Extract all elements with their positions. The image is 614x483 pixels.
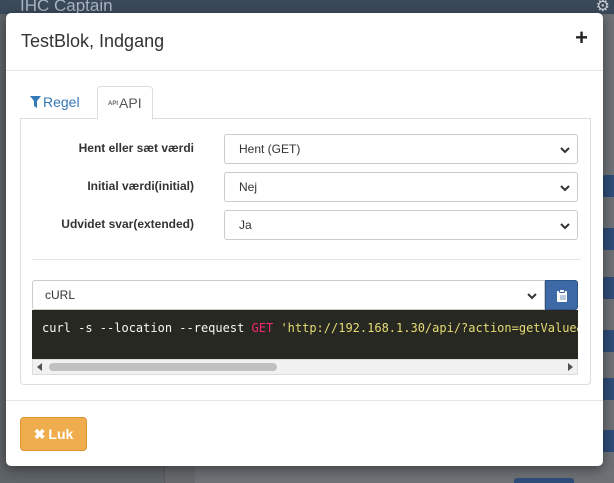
scroll-right-icon[interactable] [568,363,573,371]
clipboard-icon [556,288,567,302]
method-label: Hent eller sæt værdi [78,141,194,155]
tab-regel-label: Regel [43,94,80,110]
close-icon: ✖ [33,425,46,442]
plus-icon[interactable]: + [575,25,588,51]
code-method: GET [251,321,274,335]
initial-select[interactable]: Nej [224,172,578,202]
background-button [602,228,614,250]
form-row-method: Hent eller sæt værdi Hent (GET) [21,134,592,164]
code-command: curl -s --location --request [42,321,252,335]
modal-dialog: TestBlok, Indgang + Regel APIAPI Hent el… [6,13,603,466]
background-button [602,277,614,299]
close-button[interactable]: ✖ Luk [20,417,87,451]
code-url: 'http://192.168.1.30/api/?action=getValu… [280,321,578,335]
chevron-down-icon [560,147,570,154]
background-button [602,330,614,352]
language-select[interactable]: cURL [32,280,545,310]
code-line: curl -s --location --request GET 'http:/… [42,321,578,335]
footer-divider [6,400,603,401]
extended-select-value: Ja [239,218,252,232]
initial-select-value: Nej [239,180,258,194]
form-row-extended: Udvidet svar(extended) Ja [21,210,592,240]
horizontal-scrollbar[interactable] [32,359,578,375]
modal-header: TestBlok, Indgang + [6,13,603,71]
initial-label: Initial værdi(initial) [87,179,194,193]
background-button [602,430,614,452]
language-select-value: cURL [45,288,76,302]
tab-api[interactable]: APIAPI [97,86,153,120]
api-icon: API [108,101,119,108]
close-button-label: Luk [48,426,74,442]
copy-button[interactable] [545,280,578,310]
extended-label: Udvidet svar(extended) [61,217,194,231]
code-block: curl -s --location --request GET 'http:/… [32,310,578,359]
chevron-down-icon [560,223,570,230]
chevron-down-icon [560,185,570,192]
method-select-value: Hent (GET) [239,142,301,156]
background-button [514,478,574,483]
tab-regel[interactable]: Regel [20,86,90,119]
extended-select[interactable]: Ja [224,210,578,240]
method-select[interactable]: Hent (GET) [224,134,578,164]
form-row-initial: Initial værdi(initial) Nej [21,172,592,202]
api-panel: Hent eller sæt værdi Hent (GET) Initial … [20,119,591,385]
tab-api-label: API [119,95,142,111]
scroll-thumb[interactable] [49,363,277,371]
filter-icon [30,87,41,119]
background-button [602,378,614,400]
navbar: IHC Captain ⚙ [0,0,614,15]
modal-title: TestBlok, Indgang [21,31,165,51]
background-button [602,175,614,197]
chevron-down-icon [527,293,537,300]
divider [32,259,581,260]
tab-bar: Regel APIAPI [20,86,591,120]
scroll-left-icon[interactable] [37,363,42,371]
